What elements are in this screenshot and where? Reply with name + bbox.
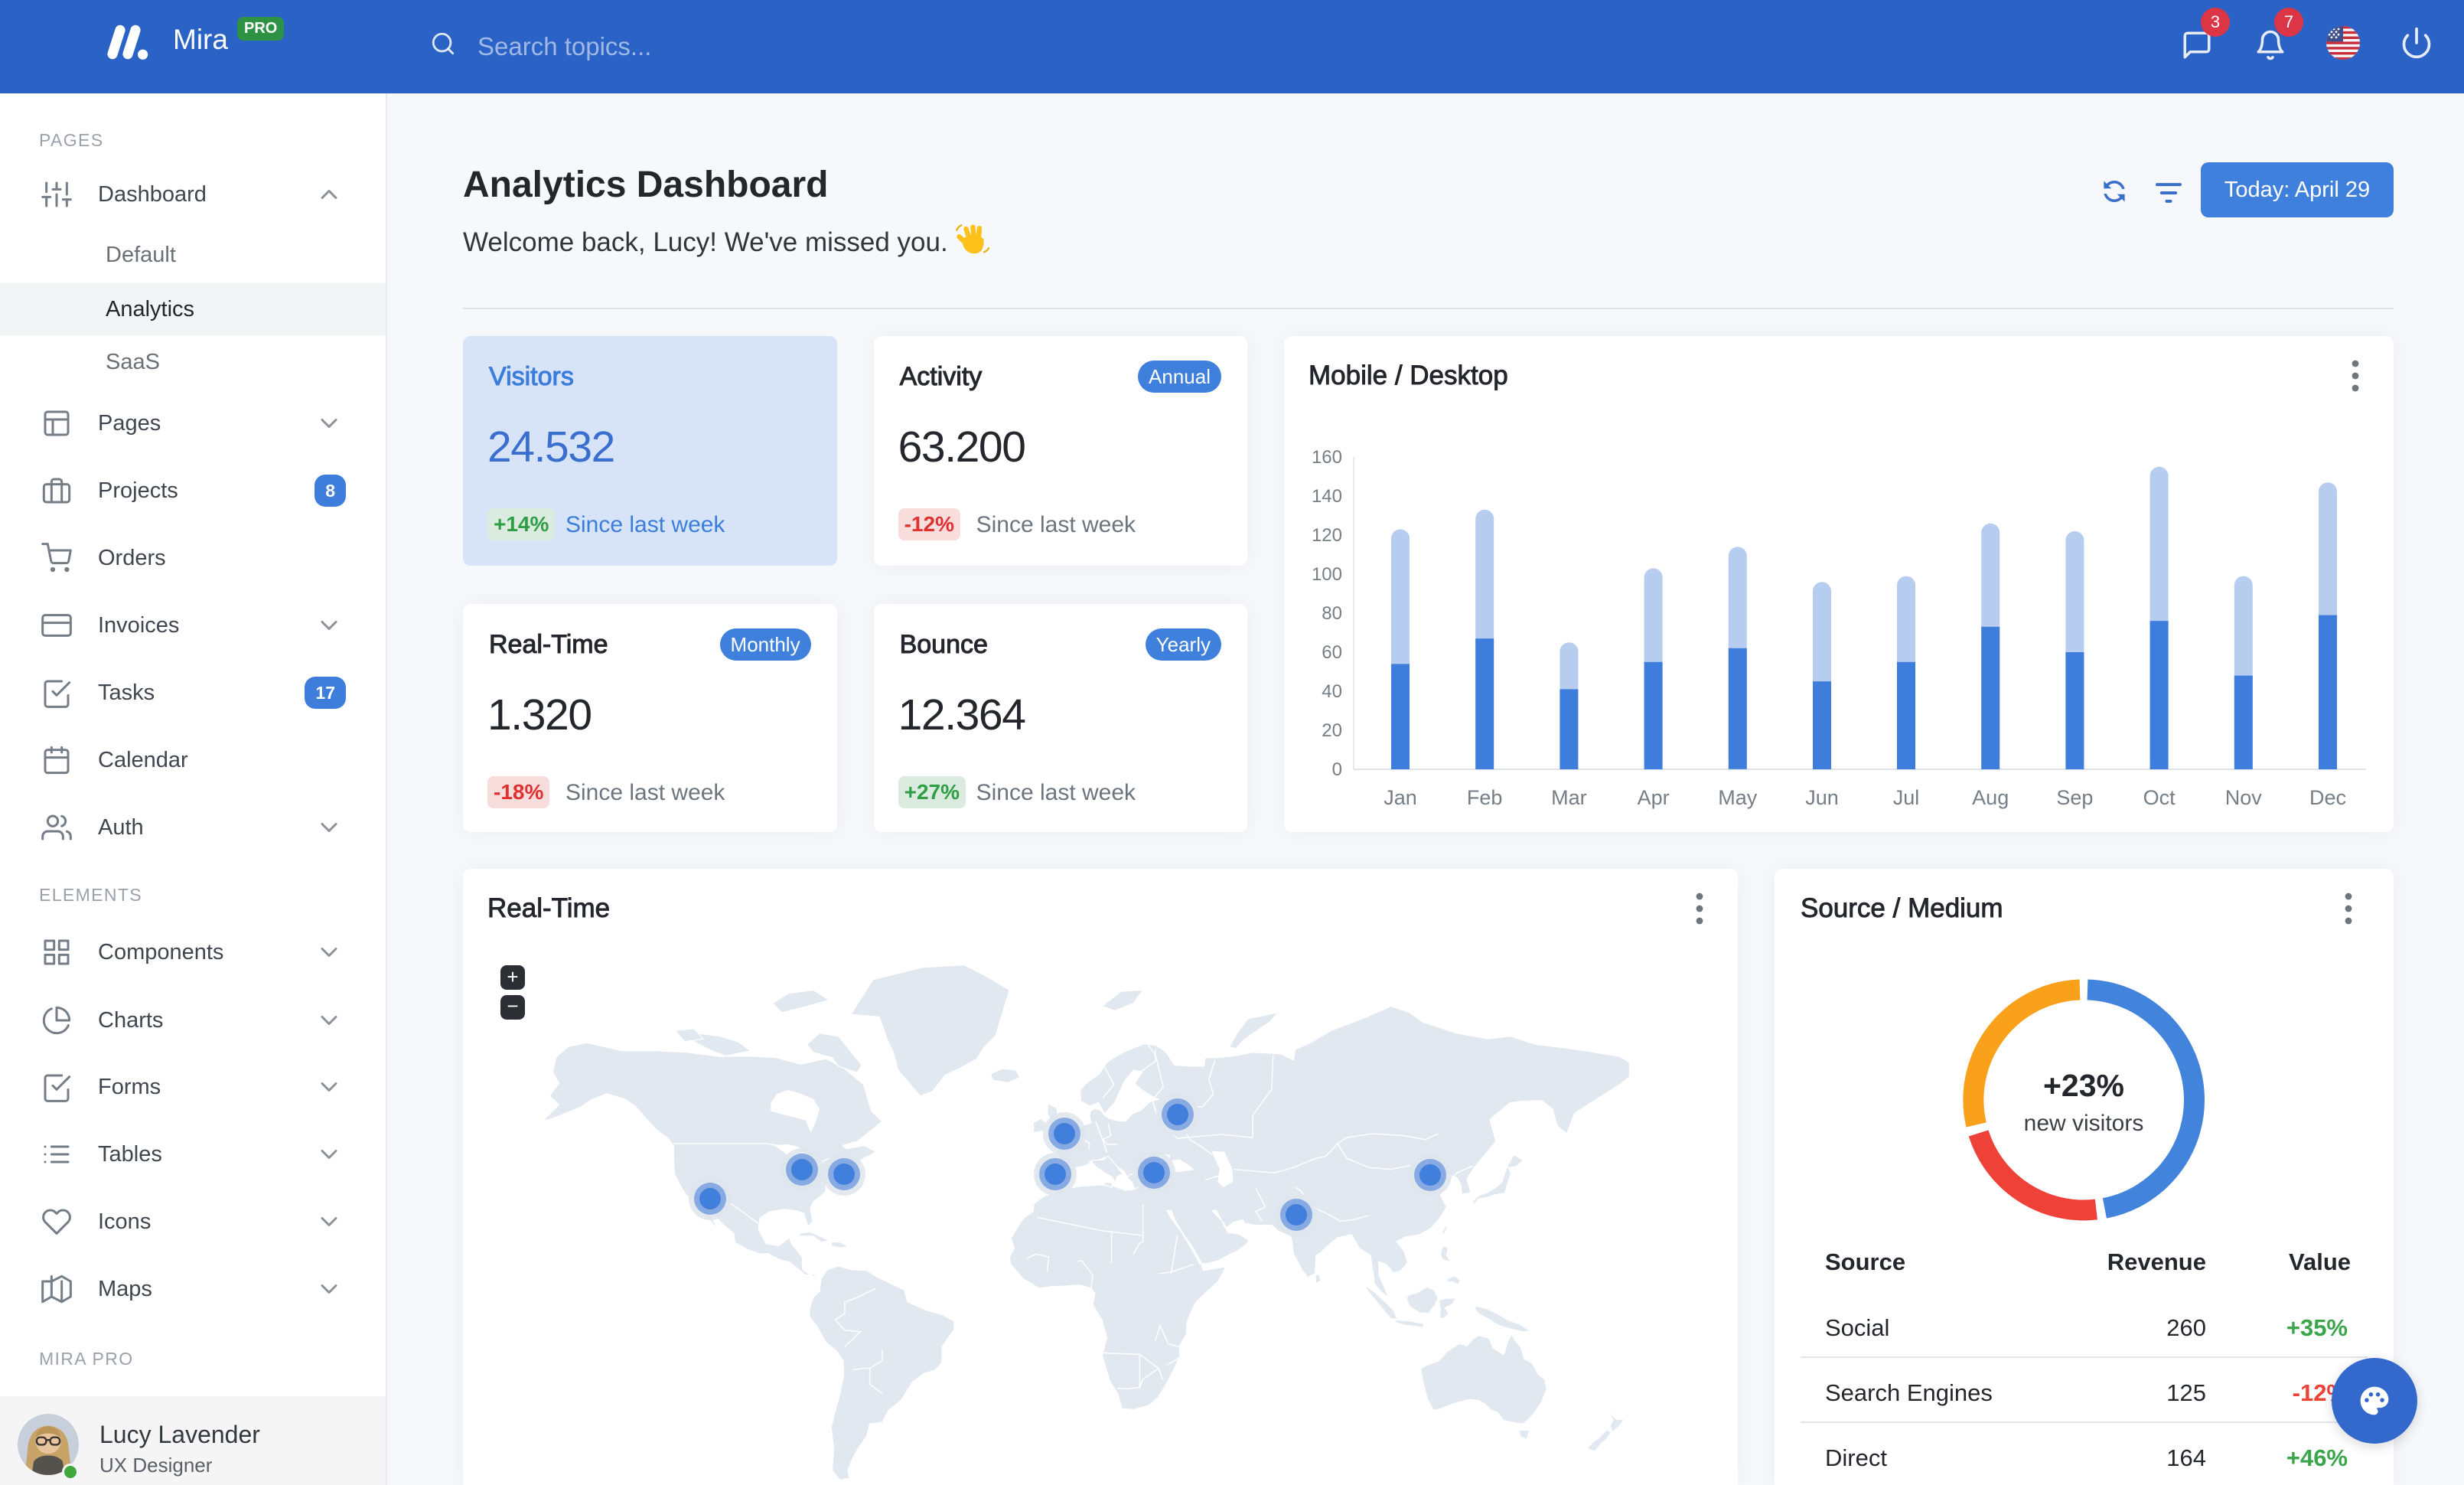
svg-text:Mar: Mar (1551, 786, 1587, 809)
svg-text:0: 0 (1332, 759, 1342, 780)
svg-text:120: 120 (1312, 525, 1342, 546)
svg-text:60: 60 (1322, 642, 1342, 663)
svg-text:Feb: Feb (1467, 786, 1503, 809)
svg-text:Jun: Jun (1805, 786, 1839, 809)
svg-text:20: 20 (1322, 720, 1342, 741)
svg-text:80: 80 (1322, 603, 1342, 624)
svg-text:Apr: Apr (1638, 786, 1670, 809)
svg-text:Jul: Jul (1893, 786, 1920, 809)
svg-text:Oct: Oct (2143, 786, 2176, 809)
svg-text:May: May (1718, 786, 1758, 809)
svg-text:Aug: Aug (1972, 786, 2009, 809)
svg-text:Jan: Jan (1384, 786, 1417, 809)
svg-text:40: 40 (1322, 681, 1342, 702)
svg-text:Nov: Nov (2225, 786, 2263, 809)
svg-text:140: 140 (1312, 486, 1342, 507)
svg-text:100: 100 (1312, 564, 1342, 585)
svg-text:Dec: Dec (2309, 786, 2346, 809)
svg-text:160: 160 (1312, 447, 1342, 468)
svg-text:Sep: Sep (2056, 786, 2093, 809)
